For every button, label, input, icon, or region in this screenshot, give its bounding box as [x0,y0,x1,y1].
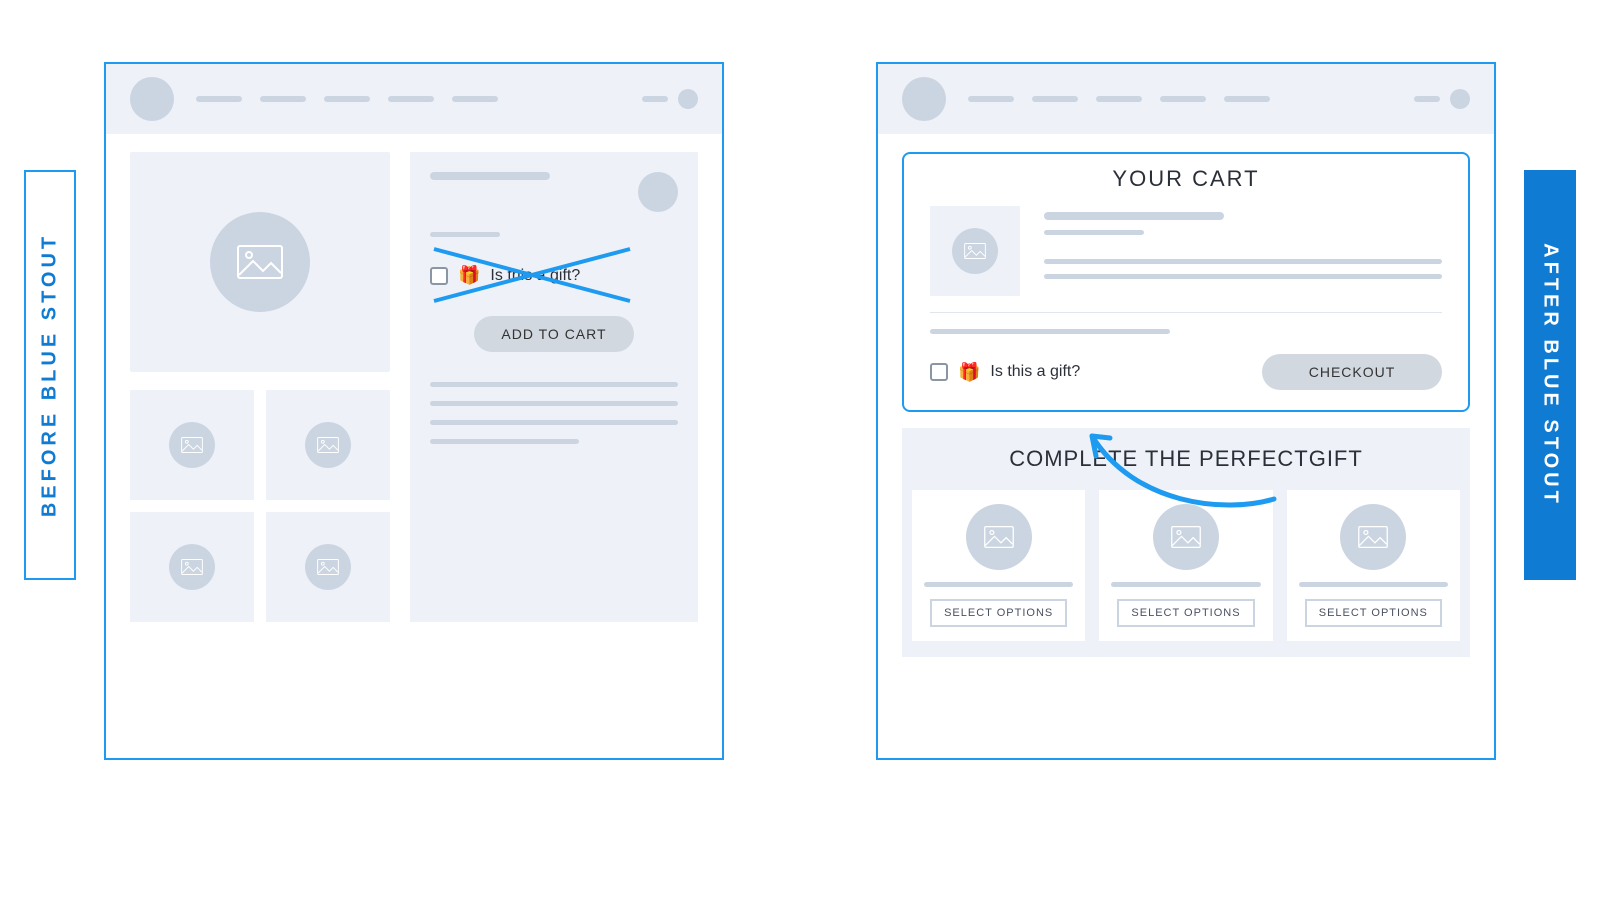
gift-checkbox[interactable] [930,363,948,381]
upsell-product: SELECT OPTIONS [912,490,1085,641]
thumbnail[interactable] [266,390,390,500]
gift-icon: 🎁 [958,362,980,383]
divider [930,312,1442,313]
image-icon [964,243,986,259]
cart-title: YOUR CART [930,166,1442,192]
checkout-label: CHECKOUT [1309,364,1396,380]
upsell-title: COMPLETE THE PERFECTGIFT [912,446,1460,472]
image-icon [237,245,283,279]
image-icon [317,437,339,453]
select-options-button[interactable]: SELECT OPTIONS [1305,599,1442,627]
select-options-button[interactable]: SELECT OPTIONS [1117,599,1254,627]
image-icon [1358,526,1388,548]
cart-item-image [930,206,1020,296]
add-to-cart-label: ADD TO CART [501,326,606,342]
gift-option-row: 🎁 Is this a gift? [930,362,1080,383]
gift-question-text: Is this a gift? [990,363,1080,381]
cart-item [930,206,1442,296]
select-options-button[interactable]: SELECT OPTIONS [930,599,1067,627]
gift-icon: 🎁 [458,265,480,286]
after-panel: YOUR CART 🎁 Is this [876,62,1496,760]
before-tab: BEFORE BLUE STOUT [24,170,76,580]
thumbnail[interactable] [130,390,254,500]
after-tab: AFTER BLUE STOUT [1524,170,1576,580]
before-panel: 🎁 Is this a gift? ADD TO CART [104,62,724,760]
mock-header [106,64,722,134]
product-gallery [130,152,390,622]
image-icon [1171,526,1201,548]
image-icon [317,559,339,575]
checkout-button[interactable]: CHECKOUT [1262,354,1442,390]
after-label: AFTER BLUE STOUT [1539,243,1562,507]
select-options-label: SELECT OPTIONS [1131,607,1240,619]
thumbnail[interactable] [266,512,390,622]
product-details-card: 🎁 Is this a gift? ADD TO CART [410,152,698,622]
gift-checkbox[interactable] [430,267,448,285]
image-icon [984,526,1014,548]
logo-placeholder [130,77,174,121]
select-options-label: SELECT OPTIONS [1319,607,1428,619]
before-label: BEFORE BLUE STOUT [39,233,62,517]
image-icon [181,559,203,575]
avatar-placeholder [638,172,678,212]
mock-header [878,64,1494,134]
select-options-label: SELECT OPTIONS [944,607,1053,619]
upsell-product: SELECT OPTIONS [1287,490,1460,641]
main-product-image [130,152,390,372]
thumbnail[interactable] [130,512,254,622]
image-icon [181,437,203,453]
logo-placeholder [902,77,946,121]
add-to-cart-button[interactable]: ADD TO CART [474,316,634,352]
gift-option-row: 🎁 Is this a gift? [430,265,678,286]
upsell-section: COMPLETE THE PERFECTGIFT SELECT OPTIONS … [902,428,1470,657]
upsell-product: SELECT OPTIONS [1099,490,1272,641]
cart-card: YOUR CART 🎁 Is this [902,152,1470,412]
gift-question-text: Is this a gift? [490,267,580,285]
